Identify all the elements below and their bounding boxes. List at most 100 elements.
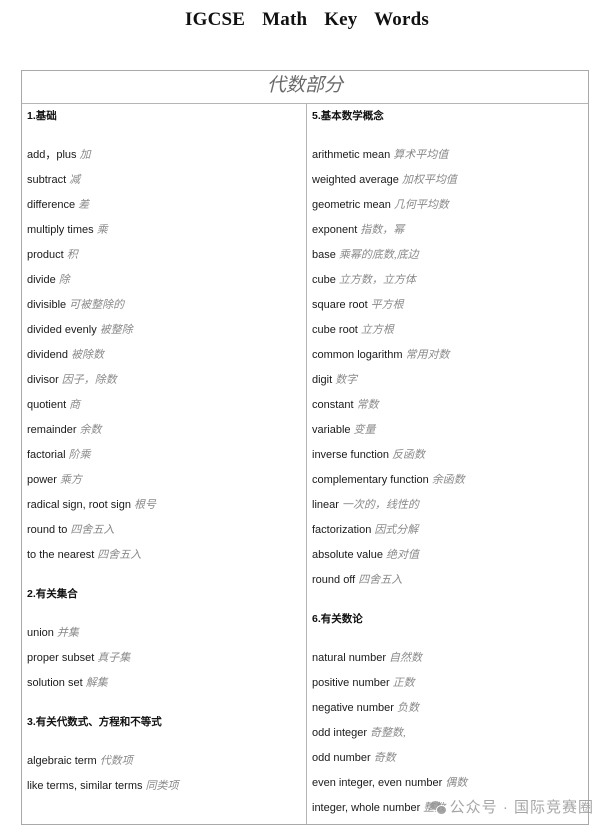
- chinese-translation: 立方根: [360, 324, 394, 336]
- title-spacer: [312, 632, 588, 646]
- watermark-text: 公众号 · 国际竞赛圈: [449, 799, 594, 816]
- english-term: constant: [312, 399, 354, 411]
- chinese-translation: 余数: [79, 424, 102, 436]
- vocabulary-entry: variable 变量: [312, 418, 588, 443]
- english-term: radical sign, root sign: [27, 499, 131, 511]
- english-term: geometric mean: [312, 199, 391, 211]
- vocabulary-entry: natural number 自然数: [312, 646, 588, 671]
- vocabulary-entry: round off 四舍五入: [312, 568, 588, 593]
- chinese-translation: 代数项: [99, 755, 133, 767]
- vocabulary-entry: cube 立方数，立方体: [312, 268, 588, 293]
- chinese-translation: 加: [79, 149, 91, 161]
- chinese-translation: 绝对值: [385, 549, 419, 561]
- chinese-translation: 乘幂的底数,底边: [338, 249, 419, 261]
- english-term: divide: [27, 274, 56, 286]
- chinese-translation: 变量: [353, 424, 376, 436]
- chinese-translation: 数字: [335, 374, 358, 386]
- vocabulary-entry: even integer, even number 偶数: [312, 771, 588, 796]
- english-term: arithmetic mean: [312, 149, 391, 161]
- english-term: factorial: [27, 449, 66, 461]
- chinese-translation: 加权平均值: [401, 174, 457, 186]
- chinese-translation: 偶数: [445, 777, 468, 789]
- chinese-translation: 积: [66, 249, 78, 261]
- english-term: integer, whole number: [312, 802, 421, 814]
- english-term: inverse function: [312, 449, 390, 461]
- chinese-translation: 奇整数,: [370, 727, 406, 739]
- chinese-translation: 奇数: [373, 752, 396, 764]
- chinese-translation: 减: [69, 174, 81, 186]
- chinese-translation: 立方数，立方体: [338, 274, 416, 286]
- english-term: difference: [27, 199, 76, 211]
- english-term: subtract: [27, 174, 67, 186]
- chinese-translation: 因子，除数: [61, 374, 117, 386]
- english-term: natural number: [312, 652, 386, 664]
- english-term: factorization: [312, 524, 372, 536]
- english-term: square root: [312, 299, 368, 311]
- vocabulary-entry: product 积: [27, 243, 306, 268]
- chinese-translation: 四舍五入: [70, 524, 115, 536]
- vocabulary-entry: proper subset 真子集: [27, 646, 306, 671]
- vocabulary-entry: to the nearest 四舍五入: [27, 543, 306, 568]
- english-term: absolute value: [312, 549, 383, 561]
- english-term: odd number: [312, 752, 371, 764]
- vocabulary-entry: weighted average 加权平均值: [312, 168, 588, 193]
- vocabulary-entry: absolute value 绝对值: [312, 543, 588, 568]
- english-term: negative number: [312, 702, 394, 714]
- vocabulary-entry: divide 除: [27, 268, 306, 293]
- english-term: odd integer: [312, 727, 368, 739]
- chinese-translation: 阶乘: [68, 449, 91, 461]
- vocabulary-entry: negative number 负数: [312, 696, 588, 721]
- english-term: even integer, even number: [312, 777, 443, 789]
- vocabulary-entry: arithmetic mean 算术平均值: [312, 143, 588, 168]
- chinese-translation: 差: [78, 199, 90, 211]
- english-term: complementary function: [312, 474, 429, 486]
- english-term: divisible: [27, 299, 67, 311]
- vocabulary-entry: add，plus 加: [27, 143, 306, 168]
- english-term: linear: [312, 499, 339, 511]
- english-term: divisor: [27, 374, 59, 386]
- vocabulary-entry: divisor 因子，除数: [27, 368, 306, 393]
- vocabulary-entry: base 乘幂的底数,底边: [312, 243, 588, 268]
- english-term: variable: [312, 424, 351, 436]
- section-title: 5.基本数学概念: [312, 110, 384, 122]
- vocabulary-entry: solution set 解集: [27, 671, 306, 696]
- english-term: divided evenly: [27, 324, 97, 336]
- english-term: multiply times: [27, 224, 94, 236]
- chinese-translation: 乘: [96, 224, 108, 236]
- english-term: digit: [312, 374, 333, 386]
- vocabulary-entry: positive number 正数: [312, 671, 588, 696]
- vocabulary-entry: common logarithm 常用对数: [312, 343, 588, 368]
- english-term: cube: [312, 274, 336, 286]
- vocabulary-entry: exponent 指数，幂: [312, 218, 588, 243]
- table-body: 1.基础 add，plus 加 subtract 减 difference 差 multipl…: [22, 104, 588, 824]
- title-spacer: [27, 607, 306, 621]
- chinese-translation: 常用对数: [405, 349, 450, 361]
- english-term: quotient: [27, 399, 67, 411]
- vocabulary-entry: power 乘方: [27, 468, 306, 493]
- title-spacer: [27, 735, 306, 749]
- chinese-translation: 被除数: [70, 349, 104, 361]
- english-term: power: [27, 474, 57, 486]
- title-spacer: [27, 129, 306, 143]
- english-term: positive number: [312, 677, 390, 689]
- english-term: base: [312, 249, 336, 261]
- english-term: add，plus: [27, 149, 77, 161]
- english-term: common logarithm: [312, 349, 403, 361]
- english-term: exponent: [312, 224, 358, 236]
- chinese-translation: 商: [69, 399, 81, 411]
- vocabulary-entry: constant 常数: [312, 393, 588, 418]
- vocabulary-entry: dividend 被除数: [27, 343, 306, 368]
- chinese-translation: 解集: [85, 677, 108, 689]
- chinese-translation: 根号: [133, 499, 156, 511]
- vocabulary-entry: factorial 阶乘: [27, 443, 306, 468]
- title-spacer: [312, 129, 588, 143]
- vocabulary-entry: digit 数字: [312, 368, 588, 393]
- table-header: 代数部分: [22, 71, 588, 104]
- chinese-translation: 平方根: [370, 299, 404, 311]
- english-term: algebraic term: [27, 755, 97, 767]
- vocabulary-entry: odd integer 奇整数,: [312, 721, 588, 746]
- vocabulary-entry: subtract 减: [27, 168, 306, 193]
- vocabulary-entry: inverse function 反函数: [312, 443, 588, 468]
